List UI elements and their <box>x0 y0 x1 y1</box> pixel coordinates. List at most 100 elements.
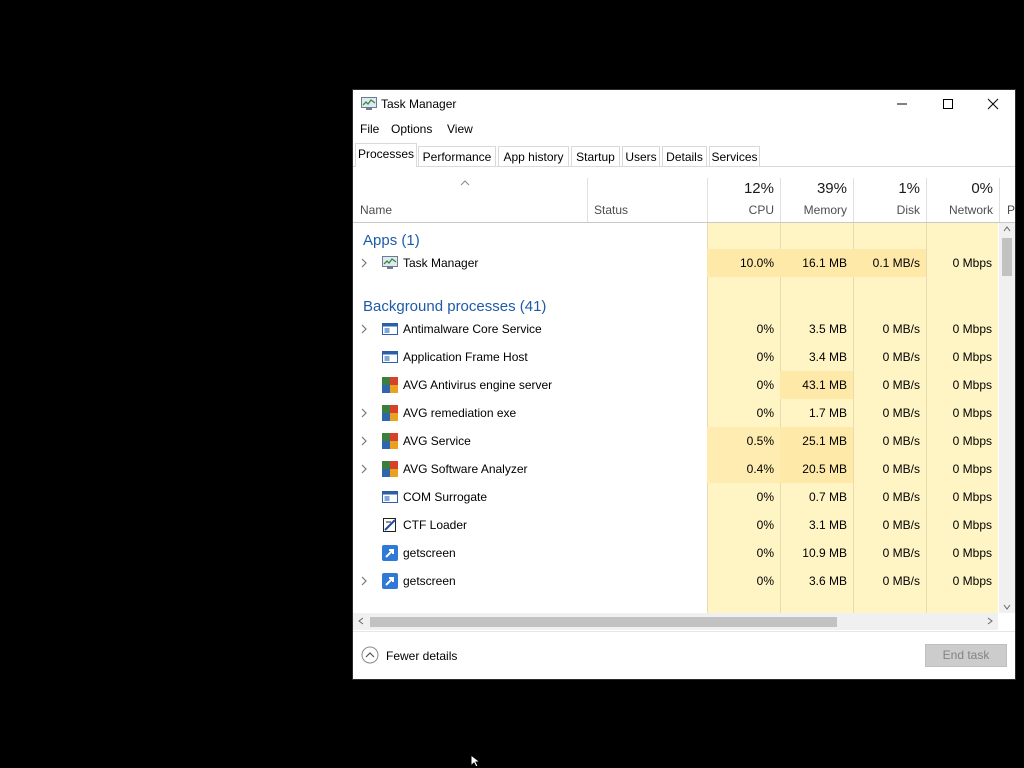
cpu-cell: 0.5% <box>707 427 780 455</box>
task-manager-icon <box>382 256 398 269</box>
table-row[interactable]: AVG Antivirus engine server 0% 43.1 MB 0… <box>353 371 998 399</box>
disk-cell: 0 MB/s <box>882 434 920 448</box>
network-cell: 0 Mbps <box>952 546 992 560</box>
cpu-cell: 0% <box>756 378 774 392</box>
column-name[interactable]: Name <box>360 203 392 217</box>
close-button[interactable] <box>970 90 1015 118</box>
process-name: AVG Antivirus engine server <box>403 378 553 392</box>
scroll-right-icon[interactable] <box>987 617 993 625</box>
menu-options[interactable]: Options <box>391 122 432 136</box>
process-name: AVG Software Analyzer <box>403 462 528 476</box>
chevron-right-icon[interactable] <box>361 436 368 446</box>
process-name: Task Manager <box>403 256 479 270</box>
column-disk[interactable]: Disk <box>869 203 920 217</box>
process-name: AVG Service <box>403 434 471 448</box>
process-name: COM Surrogate <box>403 490 488 504</box>
scroll-down-icon[interactable] <box>1003 604 1011 610</box>
menu-file[interactable]: File <box>360 122 379 136</box>
chevron-right-icon[interactable] <box>361 464 368 474</box>
cpu-cell: 0% <box>756 322 774 336</box>
tab-app-history[interactable]: App history <box>498 146 569 166</box>
chevron-up-circle-icon[interactable] <box>361 646 379 664</box>
column-separator[interactable] <box>587 178 588 222</box>
memory-cell: 3.4 MB <box>808 350 847 364</box>
chevron-right-icon[interactable] <box>361 408 368 418</box>
table-row[interactable]: CTF Loader 0% 3.1 MB 0 MB/s 0 Mbps <box>353 511 998 539</box>
process-list: Apps (1) Task Manager 10.0% 16.1 MB 0.1 … <box>353 223 998 613</box>
scroll-up-icon[interactable] <box>1003 226 1011 232</box>
scroll-left-icon[interactable] <box>358 617 364 625</box>
footer-divider <box>353 631 1015 632</box>
column-memory[interactable]: Memory <box>796 203 847 217</box>
maximize-button[interactable] <box>925 90 971 118</box>
memory-cell: 3.1 MB <box>808 518 847 532</box>
network-cell: 0 Mbps <box>952 518 992 532</box>
group-header-apps[interactable]: Apps (1) <box>353 223 998 251</box>
memory-cell: 16.1 MB <box>780 249 853 277</box>
disk-cell: 0 MB/s <box>882 462 920 476</box>
title-bar[interactable]: Task Manager <box>353 90 1015 118</box>
table-row[interactable]: AVG Software Analyzer 0.4% 20.5 MB 0 MB/… <box>353 455 998 483</box>
mouse-cursor-icon <box>470 754 482 768</box>
chevron-right-icon[interactable] <box>361 258 368 268</box>
column-status[interactable]: Status <box>594 203 628 217</box>
network-cell: 0 Mbps <box>952 322 992 336</box>
menu-view[interactable]: View <box>447 122 473 136</box>
getscreen-icon <box>382 573 398 589</box>
horizontal-scrollbar[interactable] <box>353 613 998 630</box>
table-row[interactable]: getscreen 0% 10.9 MB 0 MB/s 0 Mbps <box>353 539 998 567</box>
vertical-scrollbar[interactable] <box>999 223 1015 613</box>
column-cpu[interactable]: CPU <box>723 203 774 217</box>
group-title: Background processes (41) <box>363 298 547 315</box>
column-separator[interactable] <box>780 178 781 222</box>
table-row[interactable]: Application Frame Host 0% 3.4 MB 0 MB/s … <box>353 343 998 371</box>
vertical-scroll-thumb[interactable] <box>1002 238 1012 276</box>
chevron-right-icon[interactable] <box>361 324 368 334</box>
horizontal-scroll-thumb[interactable] <box>370 617 837 627</box>
end-task-button[interactable]: End task <box>925 644 1007 667</box>
column-separator[interactable] <box>707 178 708 222</box>
tab-startup[interactable]: Startup <box>571 146 620 166</box>
tab-performance[interactable]: Performance <box>418 146 496 166</box>
column-power-partial[interactable]: P <box>1007 203 1015 217</box>
column-separator[interactable] <box>999 178 1000 222</box>
group-header-background[interactable]: Background processes (41) <box>353 285 998 315</box>
cpu-cell: 0% <box>756 574 774 588</box>
process-name: getscreen <box>403 546 456 560</box>
avg-icon <box>382 433 398 449</box>
memory-cell: 10.9 MB <box>802 546 847 560</box>
fewer-details-link[interactable]: Fewer details <box>386 649 457 663</box>
table-row[interactable]: Antimalware Core Service 0% 3.5 MB 0 MB/… <box>353 315 998 343</box>
minimize-button[interactable] <box>879 90 925 118</box>
tab-services[interactable]: Services <box>709 146 760 166</box>
memory-total-percent: 39% <box>816 180 847 197</box>
column-separator[interactable] <box>853 178 854 222</box>
disk-cell: 0 MB/s <box>882 406 920 420</box>
process-name: Antimalware Core Service <box>403 322 542 336</box>
chevron-right-icon[interactable] <box>361 576 368 586</box>
tab-processes[interactable]: Processes <box>355 143 417 167</box>
disk-total-percent: 1% <box>898 180 920 197</box>
table-row[interactable]: AVG remediation exe 0% 1.7 MB 0 MB/s 0 M… <box>353 399 998 427</box>
ctf-loader-icon <box>383 518 396 532</box>
memory-cell: 25.1 MB <box>780 427 853 455</box>
table-row[interactable]: AVG Service 0.5% 25.1 MB 0 MB/s 0 Mbps <box>353 427 998 455</box>
table-row[interactable]: Task Manager 10.0% 16.1 MB 0.1 MB/s 0 Mb… <box>353 249 998 277</box>
table-row[interactable]: COM Surrogate 0% 0.7 MB 0 MB/s 0 Mbps <box>353 483 998 511</box>
column-network[interactable]: Network <box>938 203 993 217</box>
memory-cell: 0.7 MB <box>808 490 847 504</box>
cpu-cell: 0% <box>756 546 774 560</box>
column-separator[interactable] <box>926 178 927 222</box>
disk-cell: 0 MB/s <box>882 546 920 560</box>
tab-details[interactable]: Details <box>662 146 707 166</box>
disk-cell: 0 MB/s <box>882 490 920 504</box>
process-name: getscreen <box>403 574 456 588</box>
minimize-icon <box>897 103 907 105</box>
tab-users[interactable]: Users <box>622 146 660 166</box>
service-window-icon <box>382 491 398 503</box>
table-row[interactable]: getscreen 0% 3.6 MB 0 MB/s 0 Mbps <box>353 567 998 595</box>
network-cell: 0 Mbps <box>952 256 992 270</box>
network-cell: 0 Mbps <box>952 406 992 420</box>
disk-cell: 0 MB/s <box>882 378 920 392</box>
maximize-icon <box>943 99 953 109</box>
